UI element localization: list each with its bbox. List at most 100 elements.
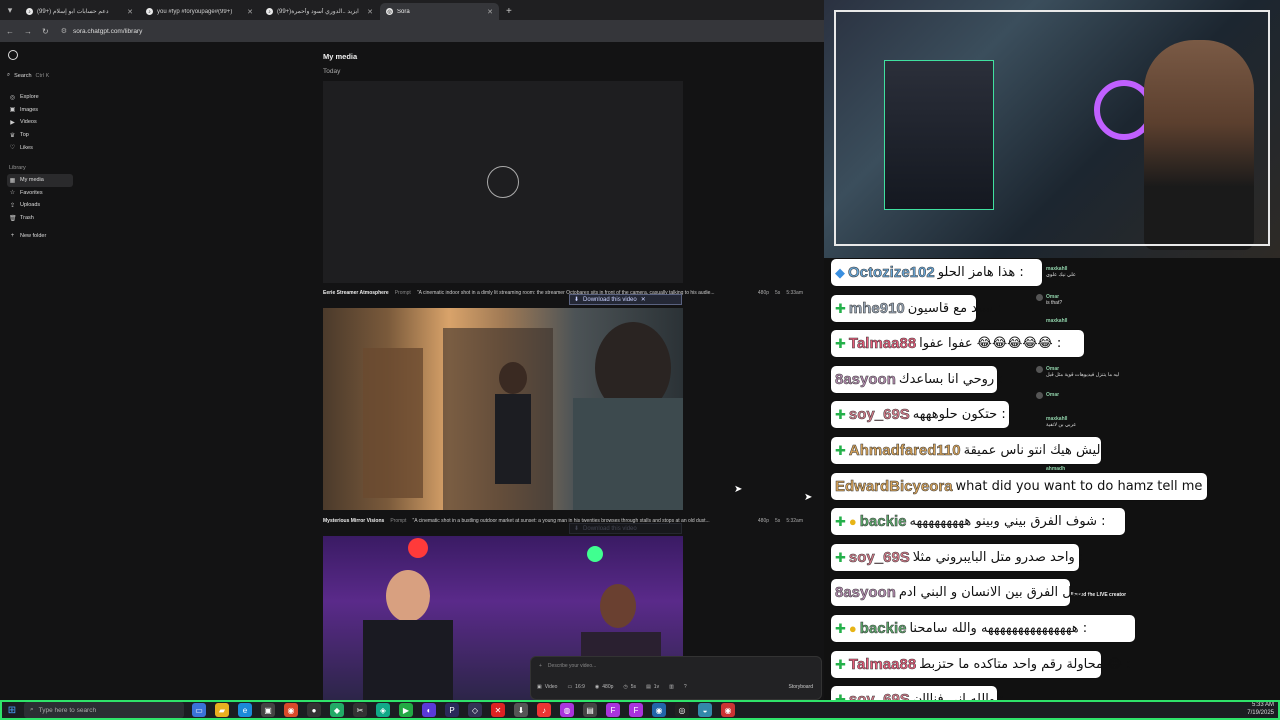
sidebar-item-images[interactable]: ▣ Images: [7, 104, 73, 117]
app-icon[interactable]: F: [606, 703, 620, 717]
chat-username[interactable]: EdwardBicyeora: [835, 477, 953, 495]
app-icon[interactable]: ◈: [376, 703, 390, 717]
capcut-icon[interactable]: ✂: [353, 703, 367, 717]
mini-chat-user: Omar: [1046, 392, 1060, 398]
sidebar-item-explore[interactable]: ◎ Explore: [7, 91, 73, 104]
sidebar-search[interactable]: ⌕ Search Ctrl K: [7, 70, 73, 81]
duration-selector[interactable]: ◷ 5s: [623, 684, 636, 690]
video-time: 5:32am: [786, 518, 803, 524]
app-icon[interactable]: ◐: [422, 703, 436, 717]
mini-chat-text: علي نيك علوي: [1046, 272, 1076, 278]
aspect-selector[interactable]: ▭ 16:9: [567, 684, 584, 690]
chat-username[interactable]: soy_69S: [849, 549, 910, 567]
system-clock[interactable]: 5:33 AM 7/19/2025: [1247, 701, 1274, 717]
gem-badge-icon: ✚: [835, 621, 846, 636]
trash-icon: 🗑: [9, 215, 17, 222]
taskbar-search[interactable]: ⌕ Type here to search: [24, 702, 184, 718]
plus-icon[interactable]: +: [539, 663, 542, 669]
sidebar-item-likes[interactable]: ♡ Likes: [7, 141, 73, 154]
search-shortcut: Ctrl K: [35, 72, 50, 79]
app-icon[interactable]: ▶: [399, 703, 413, 717]
tiktok-icon: ♪: [266, 8, 273, 15]
help-icon[interactable]: ?: [684, 684, 687, 690]
file-explorer-icon[interactable]: ▰: [215, 703, 229, 717]
close-icon[interactable]: ✕: [487, 8, 493, 16]
video-resolution: 480p: [757, 290, 770, 296]
prompt-input[interactable]: + Describe your video...: [539, 663, 596, 669]
app-icon[interactable]: ◒: [698, 703, 712, 717]
premiere-icon[interactable]: P: [445, 703, 459, 717]
windows-start-icon[interactable]: ⊞: [0, 700, 24, 720]
video-thumbnail-market[interactable]: [323, 308, 683, 510]
edge-icon[interactable]: e: [238, 703, 252, 717]
sidebar-item-uploads[interactable]: ⇪ Uploads: [7, 199, 73, 212]
reload-icon[interactable]: ↻: [42, 27, 49, 36]
video-thumbnail-loading[interactable]: [323, 81, 683, 283]
chat-username[interactable]: Talmaa88: [849, 655, 917, 673]
sidebar-item-my-media[interactable]: ▦ My media: [7, 173, 73, 187]
sidebar-item-videos[interactable]: ▶ Videos: [7, 116, 73, 129]
heart-icon: ♡: [9, 145, 16, 152]
preset-icon[interactable]: ▥: [669, 684, 674, 690]
download-overlay[interactable]: ⬇ Download this video: [569, 523, 682, 534]
chrome-icon[interactable]: ◉: [284, 703, 298, 717]
app-icon[interactable]: ✕: [491, 703, 505, 717]
chat-username[interactable]: backie: [860, 620, 907, 638]
app-icon[interactable]: ◆: [330, 703, 344, 717]
type-selector[interactable]: ▣ Video: [537, 684, 557, 690]
storyboard-button[interactable]: Storyboard: [789, 684, 813, 690]
site-info-icon[interactable]: ⚙: [61, 27, 67, 35]
sidebar-item-favorites[interactable]: ☆ Favorites: [7, 187, 73, 200]
close-icon[interactable]: ✕: [641, 296, 646, 303]
chat-username[interactable]: mhe910: [849, 299, 905, 317]
chat-username[interactable]: Talmaa88: [849, 335, 917, 353]
prompt-label: Prompt: [390, 518, 407, 524]
browser-tab-active[interactable]: ◎ Sora ✕: [380, 3, 499, 20]
browser-tab[interactable]: ♪ (99+)ايزيد ..الدوري أسود وأحمرة ✕: [260, 3, 379, 20]
tab-title: (99+)ايزيد ..الدوري أسود وأحمرة: [277, 9, 359, 15]
app-icon[interactable]: ▤: [583, 703, 597, 717]
chat-username[interactable]: backie: [860, 513, 907, 531]
section-heading-today: Today: [323, 68, 341, 75]
tab-menu-icon[interactable]: ▾: [0, 0, 20, 20]
close-icon[interactable]: ✕: [367, 8, 373, 16]
browser-tab[interactable]: ♪ (99+) دعم حسابات ابو إسلام ✕: [20, 3, 139, 20]
app-icon[interactable]: ◍: [560, 703, 574, 717]
chrome-icon[interactable]: ◉: [652, 703, 666, 717]
download-overlay[interactable]: ⬇ Download this video ✕: [569, 294, 682, 305]
video-duration: 5s: [775, 518, 781, 524]
composer-options: ▣ Video ▭ 16:9 ◉ 480p ◷ 5s ▤ 1v ▥ ?: [537, 684, 687, 690]
mini-chat-row: Omar: [1036, 392, 1246, 399]
chat-username[interactable]: 8asyoon: [835, 371, 896, 389]
chat-username[interactable]: Octozize102: [848, 264, 935, 282]
browser-tab[interactable]: ♪ you #fyp #foryoupage#(99+) ✕: [140, 3, 259, 20]
new-folder-button[interactable]: + New folder: [7, 229, 73, 242]
chat-username[interactable]: Ahmadfared110: [849, 442, 961, 460]
variations-selector[interactable]: ▤ 1v: [646, 684, 659, 690]
chat-username[interactable]: 8asyoon: [835, 584, 896, 602]
close-icon[interactable]: ✕: [247, 8, 253, 16]
obs-icon[interactable]: ●: [307, 703, 321, 717]
video-title[interactable]: Eerie Streamer Atmosphere: [323, 290, 389, 296]
video-title[interactable]: Mysterious Mirror Visions: [323, 518, 384, 524]
tiktok-icon[interactable]: ♪: [537, 703, 551, 717]
sidebar-item-trash[interactable]: 🗑 Trash: [7, 212, 73, 225]
chat-username[interactable]: soy_69S: [849, 406, 910, 424]
url-field[interactable]: ⚙ sora.chatgpt.com/library: [61, 27, 143, 36]
new-tab-button[interactable]: +: [500, 3, 518, 20]
app-icon[interactable]: ⬇: [514, 703, 528, 717]
back-icon[interactable]: ←: [6, 27, 14, 36]
task-view-icon[interactable]: ▭: [192, 703, 206, 717]
store-icon[interactable]: ▣: [261, 703, 275, 717]
resolution-selector[interactable]: ◉ 480p: [595, 684, 614, 690]
app-icon[interactable]: ◇: [468, 703, 482, 717]
sora-logo-icon[interactable]: [8, 50, 18, 60]
app-icon[interactable]: ◉: [721, 703, 735, 717]
steam-icon[interactable]: ◎: [675, 703, 689, 717]
sidebar-item-top[interactable]: ♛ Top: [7, 129, 73, 142]
close-icon[interactable]: ✕: [127, 8, 133, 16]
chat-text: حتكون حلوهههه :: [912, 407, 1006, 423]
mini-chat-row: followed the LIVE creator: [1066, 592, 1266, 598]
app-icon[interactable]: F: [629, 703, 643, 717]
forward-icon[interactable]: →: [24, 27, 32, 36]
